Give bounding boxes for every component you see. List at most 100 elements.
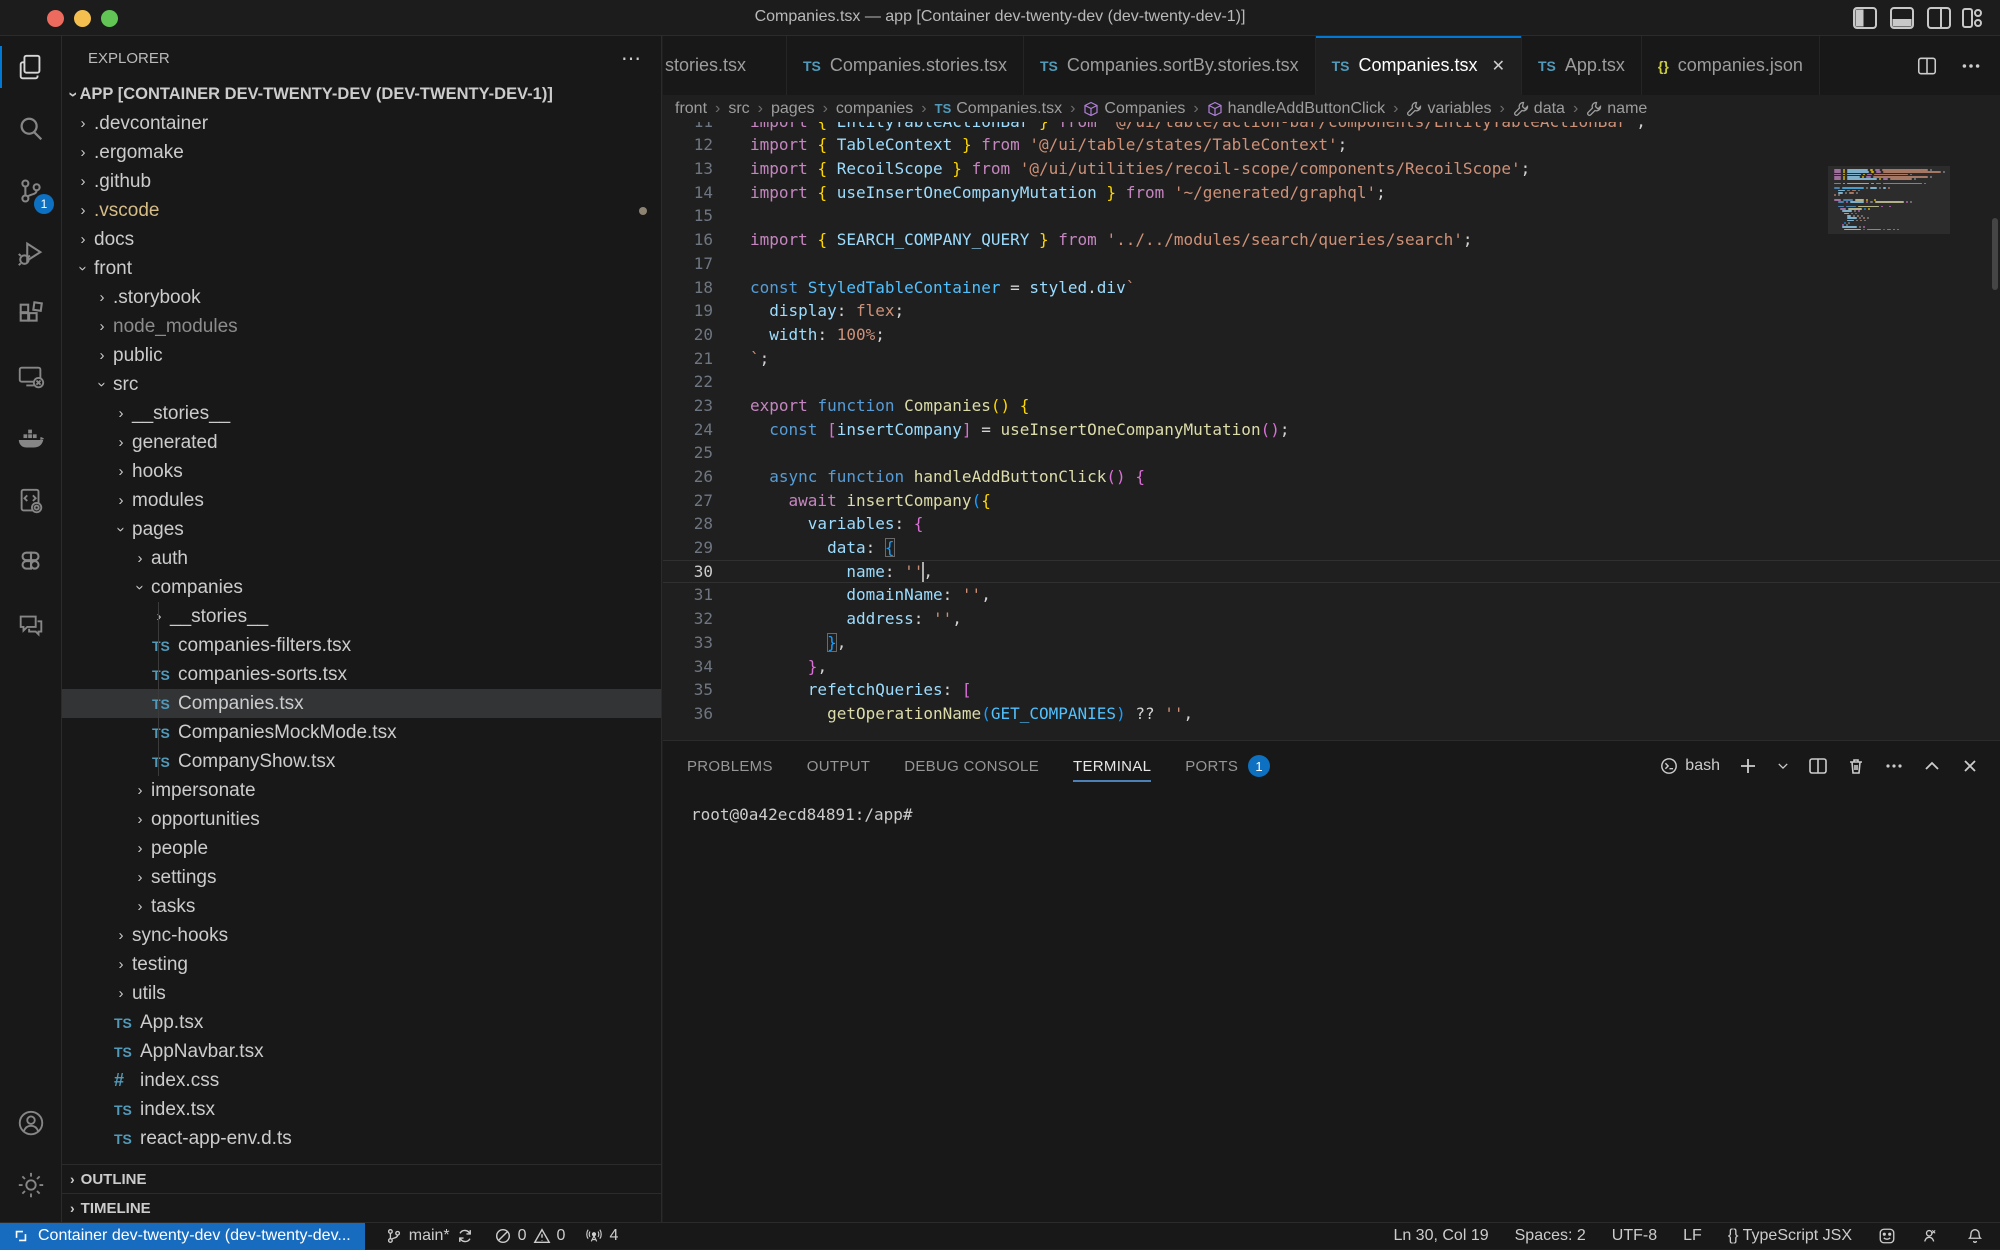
code-line-22[interactable]: 22 <box>663 370 2000 394</box>
code-line-23[interactable]: 23export function Companies() { <box>663 394 2000 418</box>
code-editor[interactable]: 10import { WithTopBarContainer } from '@… <box>663 98 2000 740</box>
tab-Companies.stories.tsx[interactable]: TSCompanies.stories.tsx <box>787 36 1024 95</box>
toggle-panel-icon[interactable] <box>1890 7 1914 29</box>
tree-item-.vscode[interactable]: ›.vscode <box>62 196 661 225</box>
tree-item-companies[interactable]: ›companies <box>62 573 661 602</box>
close-panel-icon[interactable] <box>1960 756 1980 776</box>
code-line-30[interactable]: 30 name: '', <box>663 560 2000 584</box>
code-line-27[interactable]: 27 await insertCompany({ <box>663 489 2000 513</box>
tree-item--stories-[interactable]: ›__stories__ <box>62 399 661 428</box>
code-line-18[interactable]: 18const StyledTableContainer = styled.di… <box>663 276 2000 300</box>
tab-companies.json[interactable]: {}companies.json <box>1642 36 1820 95</box>
code-line-13[interactable]: 13import { RecoilScope } from '@/ui/util… <box>663 157 2000 181</box>
code-line-26[interactable]: 26 async function handleAddButtonClick()… <box>663 465 2000 489</box>
terminal-dropdown-chevron-icon[interactable] <box>1776 756 1790 776</box>
tree-item--stories-[interactable]: ›__stories__ <box>62 602 661 631</box>
tree-item-sync-hooks[interactable]: ›sync-hooks <box>62 921 661 950</box>
code-line-12[interactable]: 12import { TableContext } from '@/ui/tab… <box>663 133 2000 157</box>
code-line-14[interactable]: 14import { useInsertOneCompanyMutation }… <box>663 181 2000 205</box>
maximize-panel-chevron-icon[interactable] <box>1922 756 1942 776</box>
breadcrumb-item-pages[interactable]: pages <box>771 100 815 118</box>
tree-item-generated[interactable]: ›generated <box>62 428 661 457</box>
tree-item-hooks[interactable]: ›hooks <box>62 457 661 486</box>
tree-item-src[interactable]: ›src <box>62 370 661 399</box>
toggle-primary-sidebar-icon[interactable] <box>1853 7 1877 29</box>
remote-indicator[interactable]: Container dev-twenty-dev (dev-twenty-dev… <box>0 1223 365 1250</box>
tree-item-public[interactable]: ›public <box>62 341 661 370</box>
explorer-icon[interactable] <box>0 36 62 98</box>
tree-item-companies-filters.tsx[interactable]: TScompanies-filters.tsx <box>62 631 661 660</box>
cursor-position-status[interactable]: Ln 30, Col 19 <box>1393 1227 1488 1245</box>
breadcrumb-item-front[interactable]: front <box>675 100 707 118</box>
close-tab-icon[interactable]: ✕ <box>1492 56 1505 76</box>
breadcrumb-item-variables[interactable]: variables <box>1406 100 1491 118</box>
tab-stories.tsx[interactable]: stories.tsx <box>663 36 787 95</box>
tree-item-opportunities[interactable]: ›opportunities <box>62 805 661 834</box>
code-line-21[interactable]: 21`; <box>663 347 2000 371</box>
code-line-31[interactable]: 31 domainName: '', <box>663 583 2000 607</box>
timeline-section-header[interactable]: › TIMELINE <box>62 1193 661 1222</box>
tree-item-front[interactable]: ›front <box>62 254 661 283</box>
tree-item-pages[interactable]: ›pages <box>62 515 661 544</box>
code-line-36[interactable]: 36 getOperationName(GET_COMPANIES) ?? ''… <box>663 702 2000 726</box>
comments-icon[interactable] <box>0 594 62 656</box>
git-branch-status[interactable]: main* <box>385 1227 474 1245</box>
tree-item-impersonate[interactable]: ›impersonate <box>62 776 661 805</box>
panel-tab-problems[interactable]: PROBLEMS <box>687 741 773 791</box>
explorer-more-actions-icon[interactable]: ⋯ <box>621 46 643 71</box>
code-line-32[interactable]: 32 address: '', <box>663 607 2000 631</box>
code-line-20[interactable]: 20 width: 100%; <box>663 323 2000 347</box>
panel-tab-debug-console[interactable]: DEBUG CONSOLE <box>904 741 1039 791</box>
kill-terminal-trash-icon[interactable] <box>1846 756 1866 776</box>
code-line-17[interactable]: 17 <box>663 252 2000 276</box>
breadcrumb-item-data[interactable]: data <box>1513 100 1565 118</box>
split-editor-icon[interactable] <box>1916 55 1938 77</box>
code-line-29[interactable]: 29 data: { <box>663 536 2000 560</box>
extensions-icon[interactable] <box>0 284 62 346</box>
tree-item-people[interactable]: ›people <box>62 834 661 863</box>
tree-item-tasks[interactable]: ›tasks <box>62 892 661 921</box>
tree-item-testing[interactable]: ›testing <box>62 950 661 979</box>
tree-item-App.tsx[interactable]: TSApp.tsx <box>62 1008 661 1037</box>
tree-item-CompanyShow.tsx[interactable]: TSCompanyShow.tsx <box>62 747 661 776</box>
tree-item-CompaniesMockMode.tsx[interactable]: TSCompaniesMockMode.tsx <box>62 718 661 747</box>
indentation-status[interactable]: Spaces: 2 <box>1515 1227 1586 1245</box>
tab-Companies.tsx[interactable]: TSCompanies.tsx✕ <box>1316 36 1522 95</box>
breadcrumb-item-Companies[interactable]: Companies <box>1083 100 1185 118</box>
tab-Companies.sortBy.stories.tsx[interactable]: TSCompanies.sortBy.stories.tsx <box>1024 36 1316 95</box>
breadcrumb-item-Companies.tsx[interactable]: TSCompanies.tsx <box>935 100 1062 118</box>
code-line-19[interactable]: 19 display: flex; <box>663 299 2000 323</box>
source-control-icon[interactable]: 1 <box>0 160 62 222</box>
breadcrumb-item-src[interactable]: src <box>728 100 749 118</box>
breadcrumb-item-companies[interactable]: companies <box>836 100 913 118</box>
settings-gear-icon[interactable] <box>0 1154 62 1216</box>
breadcrumb-item-name[interactable]: name <box>1586 100 1647 118</box>
tree-item-node-modules[interactable]: ›node_modules <box>62 312 661 341</box>
editor-scrollbar-thumb[interactable] <box>1992 218 1998 290</box>
split-terminal-icon[interactable] <box>1808 756 1828 776</box>
docker-icon[interactable] <box>0 408 62 470</box>
customize-layout-icon[interactable] <box>1961 7 1985 29</box>
code-line-16[interactable]: 16import { SEARCH_COMPANY_QUERY } from '… <box>663 228 2000 252</box>
code-line-34[interactable]: 34 }, <box>663 655 2000 679</box>
tree-item-react-app-env.d.ts[interactable]: TSreact-app-env.d.ts <box>62 1124 661 1153</box>
panel-tab-terminal[interactable]: TERMINAL <box>1073 741 1151 791</box>
code-line-33[interactable]: 33 }, <box>663 631 2000 655</box>
tree-item-companies-sorts.tsx[interactable]: TScompanies-sorts.tsx <box>62 660 661 689</box>
tree-item-.storybook[interactable]: ›.storybook <box>62 283 661 312</box>
tree-item-index.css[interactable]: #index.css <box>62 1066 661 1095</box>
panel-more-actions-icon[interactable] <box>1884 756 1904 776</box>
language-mode-status[interactable]: {} TypeScript JSX <box>1728 1227 1852 1245</box>
run-debug-icon[interactable] <box>0 222 62 284</box>
minimap[interactable] <box>1828 148 1950 740</box>
figma-icon[interactable] <box>0 532 62 594</box>
dev-containers-icon[interactable] <box>0 470 62 532</box>
tree-item-AppNavbar.tsx[interactable]: TSAppNavbar.tsx <box>62 1037 661 1066</box>
breadcrumb-item-handleAddButtonClick[interactable]: handleAddButtonClick <box>1207 100 1385 118</box>
workspace-section-header[interactable]: › APP [CONTAINER DEV-TWENTY-DEV (DEV-TWE… <box>62 80 661 109</box>
tree-item-.devcontainer[interactable]: ›.devcontainer <box>62 109 661 138</box>
tab-App.tsx[interactable]: TSApp.tsx <box>1522 36 1642 95</box>
editor-more-actions-icon[interactable] <box>1960 55 1982 77</box>
tree-item-modules[interactable]: ›modules <box>62 486 661 515</box>
panel-tab-output[interactable]: OUTPUT <box>807 741 870 791</box>
